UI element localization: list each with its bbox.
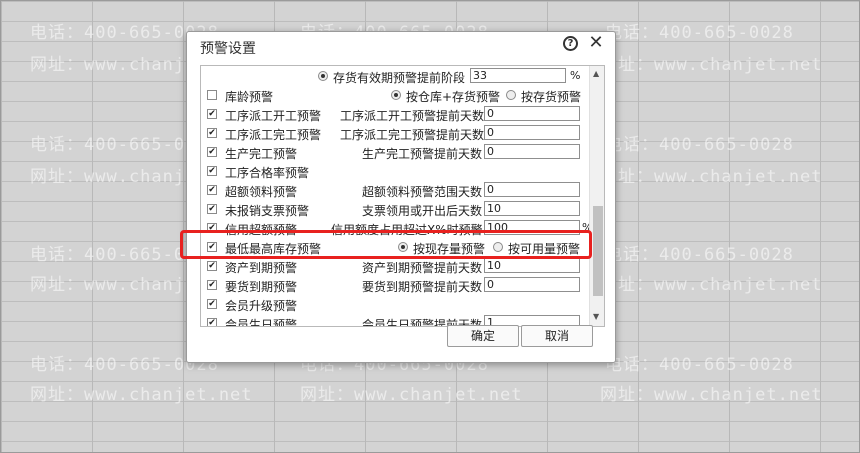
member-birthday-checkbox[interactable]: ✔ (207, 318, 217, 326)
member-upgrade-row: ✔ 会员升级预警 (201, 296, 591, 314)
help-icon[interactable]: ? (563, 36, 578, 51)
requisition-expiry-days-input[interactable]: 0 (484, 277, 580, 292)
check-days-input[interactable]: 10 (484, 201, 580, 216)
requisition-expiry-checkbox[interactable]: ✔ (207, 280, 217, 290)
watermark-phone: 电话：400-665-0028 (605, 355, 794, 375)
inventory-expiry-input[interactable]: 33 (470, 68, 566, 83)
watermark-site: 网址：www.chanjet.net (600, 275, 823, 295)
inventory-age-checkbox[interactable] (207, 90, 217, 100)
by-warehouse-radio[interactable] (391, 90, 401, 100)
dispatch-finish-row: ✔ 工序派工完工预警 工序派工完工预警提前天数 0 (201, 125, 591, 143)
excess-material-checkbox[interactable]: ✔ (207, 185, 217, 195)
dialog-title: 预警设置 (200, 41, 256, 57)
vertical-scrollbar[interactable]: ▲ ▼ (589, 66, 604, 326)
watermark-site: 网址：www.chanjet.net (600, 167, 823, 187)
check-days-label: 支票领用或开出后天数 (362, 204, 483, 218)
close-icon[interactable]: ✕ (587, 33, 605, 53)
dispatch-finish-days-label: 工序派工完工预警提前天数 (340, 128, 485, 142)
excess-material-days-input[interactable]: 0 (484, 182, 580, 197)
scroll-up-icon[interactable]: ▲ (593, 69, 599, 78)
watermark-site: 网址：www.chanjet.net (600, 55, 823, 75)
inventory-expiry-row: 存货有效期预警提前阶段 33 % (201, 68, 591, 86)
dispatch-finish-label: 工序派工完工预警 (225, 128, 322, 142)
production-finish-days-label: 生产完工预警提前天数 (362, 147, 483, 161)
asset-expiry-days-label: 资产到期预警提前天数 (362, 261, 483, 275)
inventory-age-label: 库龄预警 (225, 90, 274, 104)
dispatch-start-days-label: 工序派工开工预警提前天数 (340, 109, 485, 123)
inventory-age-row: 库龄预警 按仓库+存货预警 按存货预警 (201, 87, 591, 105)
inventory-expiry-radio[interactable] (318, 71, 328, 81)
member-birthday-label: 会员生日预警 (225, 318, 298, 327)
asset-expiry-days-input[interactable]: 10 (484, 258, 580, 273)
dispatch-finish-checkbox[interactable]: ✔ (207, 128, 217, 138)
member-upgrade-label: 会员升级预警 (225, 299, 298, 313)
pass-rate-checkbox[interactable]: ✔ (207, 166, 217, 176)
member-upgrade-checkbox[interactable]: ✔ (207, 299, 217, 309)
watermark-site: 网址：www.chanjet.net (300, 385, 523, 405)
production-finish-checkbox[interactable]: ✔ (207, 147, 217, 157)
watermark-phone: 电话：400-665-0028 (605, 23, 794, 43)
scroll-down-icon[interactable]: ▼ (593, 312, 599, 321)
dispatch-start-row: ✔ 工序派工开工预警 工序派工开工预警提前天数 0 (201, 106, 591, 124)
percent-unit: % (570, 69, 581, 82)
scrollbar-thumb[interactable] (593, 206, 603, 296)
asset-expiry-row: ✔ 资产到期预警 资产到期预警提前天数 10 (201, 258, 591, 276)
watermark-phone: 电话：400-665-0028 (605, 245, 794, 265)
watermark-site: 网址：www.chanjet.net (600, 385, 823, 405)
alert-settings-dialog: 预警设置 ? ✕ 存货有效期预警提前阶段 33 % 库龄预警 按仓库+存货预警 … (186, 31, 616, 363)
dispatch-finish-days-input[interactable]: 0 (484, 125, 580, 140)
dispatch-start-checkbox[interactable]: ✔ (207, 109, 217, 119)
excess-material-row: ✔ 超额领料预警 超额领料预警范围天数 0 (201, 182, 591, 200)
production-finish-days-input[interactable]: 0 (484, 144, 580, 159)
settings-panel: 存货有效期预警提前阶段 33 % 库龄预警 按仓库+存货预警 按存货预警 ✔ 工… (200, 65, 605, 327)
asset-expiry-checkbox[interactable]: ✔ (207, 261, 217, 271)
requisition-expiry-days-label: 要货到期预警提前天数 (362, 280, 483, 294)
excess-material-days-label: 超额领料预警范围天数 (362, 185, 483, 199)
unreimbursed-check-checkbox[interactable]: ✔ (207, 204, 217, 214)
unreimbursed-check-row: ✔ 未报销支票预警 支票领用或开出后天数 10 (201, 201, 591, 219)
pass-rate-row: ✔ 工序合格率预警 (201, 163, 591, 181)
by-inventory-label: 按存货预警 (521, 90, 582, 104)
cancel-button[interactable]: 取消 (521, 325, 593, 347)
unreimbursed-check-label: 未报销支票预警 (225, 204, 310, 218)
inventory-expiry-label: 存货有效期预警提前阶段 (333, 71, 466, 85)
ok-button[interactable]: 确定 (447, 325, 519, 347)
production-finish-label: 生产完工预警 (225, 147, 298, 161)
by-inventory-radio[interactable] (506, 90, 516, 100)
requisition-expiry-row: ✔ 要货到期预警 要货到期预警提前天数 0 (201, 277, 591, 295)
dispatch-start-days-input[interactable]: 0 (484, 106, 580, 121)
excess-material-label: 超额领料预警 (225, 185, 298, 199)
by-warehouse-label: 按仓库+存货预警 (406, 90, 501, 104)
watermark-phone: 电话：400-665-0028 (605, 135, 794, 155)
production-finish-row: ✔ 生产完工预警 生产完工预警提前天数 0 (201, 144, 591, 162)
watermark-site: 网址：www.chanjet.net (30, 385, 253, 405)
dispatch-start-label: 工序派工开工预警 (225, 109, 322, 123)
requisition-expiry-label: 要货到期预警 (225, 280, 298, 294)
pass-rate-label: 工序合格率预警 (225, 166, 310, 180)
asset-expiry-label: 资产到期预警 (225, 261, 298, 275)
highlight-box (180, 230, 592, 259)
